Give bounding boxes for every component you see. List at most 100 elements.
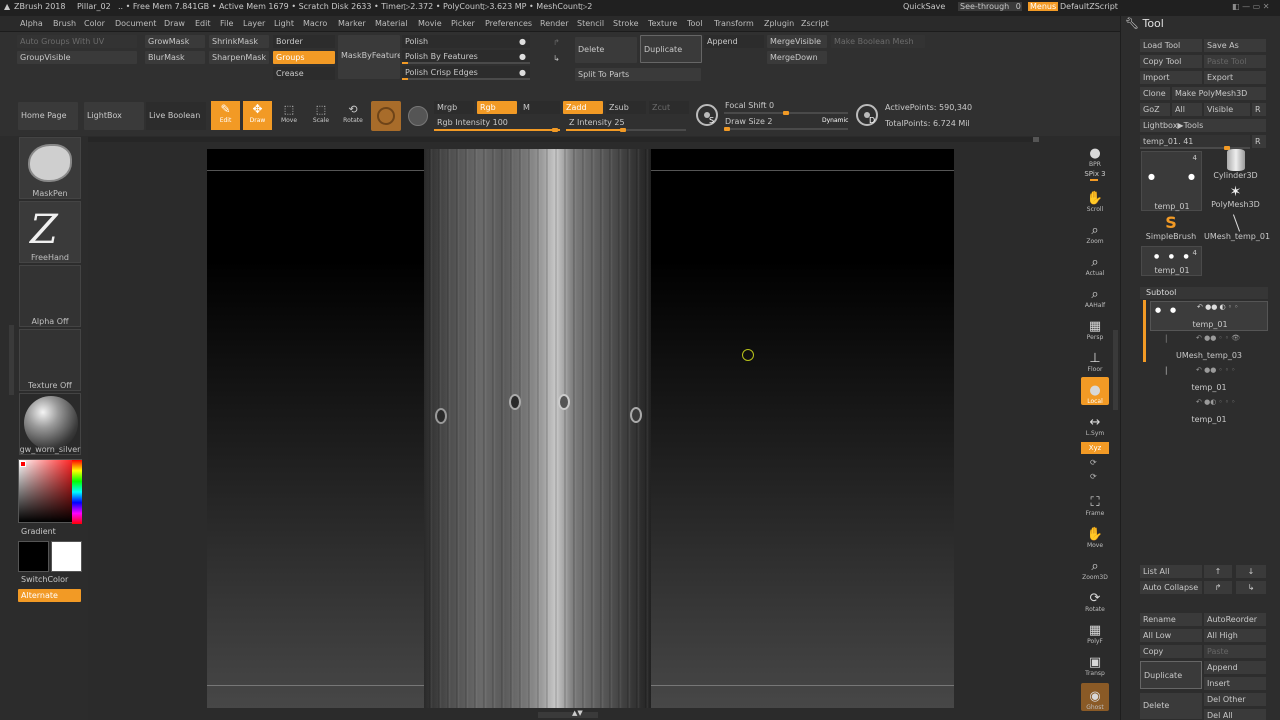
- goz-visible-button[interactable]: Visible: [1204, 103, 1250, 116]
- draw-size-icon[interactable]: D: [856, 104, 878, 126]
- menu-preferences[interactable]: Preferences: [485, 19, 532, 28]
- transp-button[interactable]: ▣ Transp: [1081, 649, 1109, 678]
- m-toggle[interactable]: M: [520, 101, 560, 114]
- tool-thumb-polymesh3d[interactable]: ✶ PolyMesh3D: [1204, 184, 1267, 212]
- polish-by-features-slider[interactable]: [402, 62, 530, 64]
- paste-button[interactable]: Paste: [1204, 645, 1266, 658]
- arrow-down-icon[interactable]: ↳: [553, 54, 560, 63]
- split-to-parts-button[interactable]: Split To Parts: [575, 68, 701, 81]
- polyf-button[interactable]: ▦ PolyF: [1081, 617, 1109, 646]
- move-down-icon[interactable]: ↳: [1236, 581, 1266, 594]
- live-boolean-button[interactable]: Live Boolean: [146, 102, 206, 130]
- groups-toggle[interactable]: Groups: [273, 51, 335, 64]
- menu-draw[interactable]: Draw: [164, 19, 185, 28]
- goz-button[interactable]: GoZ: [1140, 103, 1170, 116]
- menu-picker[interactable]: Picker: [451, 19, 475, 28]
- rename-button[interactable]: Rename: [1140, 613, 1202, 626]
- right-tray-handle[interactable]: [1113, 330, 1118, 410]
- lsym-button[interactable]: ↔ L.Sym: [1081, 409, 1109, 438]
- menu-color[interactable]: Color: [84, 19, 105, 28]
- edit-mode-button[interactable]: ✎ Edit: [211, 101, 240, 130]
- menu-movie[interactable]: Movie: [418, 19, 442, 28]
- load-tool-button[interactable]: Load Tool: [1140, 39, 1202, 52]
- export-button[interactable]: Export: [1204, 71, 1266, 84]
- material-preview-button[interactable]: [371, 101, 401, 131]
- menu-transform[interactable]: Transform: [714, 19, 754, 28]
- rgb-intensity-slider[interactable]: Rgb Intensity 100: [437, 118, 508, 127]
- z-intensity-slider[interactable]: Z Intensity 25: [569, 118, 625, 127]
- make-boolean-mesh-button[interactable]: Make Boolean Mesh: [831, 35, 925, 48]
- duplicate-subtool-button[interactable]: Duplicate: [1140, 661, 1202, 689]
- shrink-mask-button[interactable]: ShrinkMask: [209, 35, 269, 48]
- subtool-row-controls-icon[interactable]: ↶ ●● ◦ ◦ 👁︎: [1196, 334, 1240, 342]
- focal-shift-track[interactable]: [724, 111, 848, 115]
- menu-file[interactable]: File: [220, 19, 233, 28]
- see-through-slider[interactable]: See-through 0: [958, 2, 1022, 11]
- mask-by-feature-button[interactable]: MaskByFeature: [338, 35, 400, 79]
- menu-stroke[interactable]: Stroke: [613, 19, 639, 28]
- subtool-row-controls-icon[interactable]: ↶ ●● ◐ ◦ ◦: [1197, 303, 1238, 311]
- delete-subtool-button[interactable]: Delete: [1140, 693, 1202, 719]
- polish-crisp-edges-slider[interactable]: [402, 78, 530, 80]
- rotate-mode-button[interactable]: ⟲ Rotate: [340, 103, 366, 129]
- subtool-row-1[interactable]: ● ● ↶ ●● ◐ ◦ ◦ temp_01: [1150, 301, 1268, 331]
- subtool-header[interactable]: Subtool: [1140, 287, 1268, 299]
- border-toggle[interactable]: Border: [273, 35, 335, 48]
- tool-thumb-temp01-b[interactable]: ● ● ● 4 temp_01: [1141, 246, 1202, 276]
- auto-reorder-button[interactable]: AutoReorder: [1204, 613, 1266, 626]
- move-up-icon[interactable]: ↱: [1204, 581, 1232, 594]
- ghost-button[interactable]: ◉ Ghost: [1081, 683, 1109, 711]
- window-controls[interactable]: ◧ — ▭ ✕: [1232, 2, 1269, 11]
- actual-button[interactable]: ⌕ Actual: [1081, 249, 1109, 278]
- quicksave-button[interactable]: QuickSave: [903, 2, 945, 11]
- menu-zscript[interactable]: Zscript: [801, 19, 829, 28]
- arrow-down-icon[interactable]: ↓: [1236, 565, 1266, 578]
- menus-toggle[interactable]: Menus: [1028, 2, 1059, 11]
- del-all-button[interactable]: Del All: [1204, 709, 1266, 720]
- texture-sphere-icon[interactable]: [408, 106, 428, 126]
- pillar-mesh[interactable]: [424, 149, 651, 708]
- switch-color-button[interactable]: SwitchColor: [21, 575, 68, 584]
- canvas-scrollbar-top[interactable]: [88, 137, 1039, 142]
- rgb-intensity-track[interactable]: [434, 128, 560, 132]
- rgb-toggle[interactable]: Rgb: [477, 101, 517, 114]
- tool-thumb-cylinder3d[interactable]: Cylinder3D: [1204, 149, 1267, 183]
- menu-document[interactable]: Document: [115, 19, 156, 28]
- import-button[interactable]: Import: [1140, 71, 1202, 84]
- rotate-y-icon[interactable]: ⟳: [1090, 458, 1097, 467]
- append-button[interactable]: Append: [704, 35, 764, 48]
- hue-strip[interactable]: [72, 460, 82, 524]
- focal-shift-slider[interactable]: Focal Shift 0: [725, 101, 774, 110]
- all-low-button[interactable]: All Low: [1140, 629, 1202, 642]
- default-zscript-button[interactable]: DefaultZScript: [1060, 2, 1118, 11]
- arrow-up-icon[interactable]: ↑: [1204, 565, 1232, 578]
- color-picker[interactable]: [18, 459, 82, 524]
- menu-texture[interactable]: Texture: [648, 19, 677, 28]
- rotate-z-icon[interactable]: ⟳: [1090, 472, 1097, 481]
- merge-down-button[interactable]: MergeDown: [767, 51, 827, 64]
- local-button[interactable]: ● Local: [1081, 377, 1109, 405]
- tool-thumb-umesh[interactable]: UMesh_temp_01: [1204, 214, 1270, 244]
- grow-mask-button[interactable]: GrowMask: [145, 35, 205, 48]
- subtool-scrollbar[interactable]: [1143, 300, 1146, 362]
- delete-button[interactable]: Delete: [575, 37, 637, 63]
- bpr-button[interactable]: ● BPR: [1081, 140, 1109, 169]
- home-page-button[interactable]: Home Page: [18, 102, 78, 130]
- auto-groups-uv-button[interactable]: Auto Groups With UV: [17, 35, 137, 48]
- del-other-button[interactable]: Del Other: [1204, 693, 1266, 706]
- zoom3d-button[interactable]: ⌕ Zoom3D: [1081, 553, 1109, 582]
- left-tray-handle[interactable]: [9, 325, 14, 395]
- menu-alpha[interactable]: Alpha: [20, 19, 43, 28]
- z-intensity-track[interactable]: [566, 128, 686, 132]
- tool-r-button[interactable]: R: [1252, 135, 1266, 148]
- move-view-button[interactable]: ✋ Move: [1081, 521, 1109, 550]
- secondary-color-swatch[interactable]: [18, 541, 49, 572]
- draw-mode-button[interactable]: ✥ Draw: [243, 101, 272, 130]
- menu-edit[interactable]: Edit: [195, 19, 211, 28]
- insert-button[interactable]: Insert: [1204, 677, 1266, 690]
- subtool-row-controls-icon[interactable]: ↶ ●◐ ◦ ◦ ◦: [1196, 398, 1235, 406]
- rotate-view-button[interactable]: ⟳ Rotate: [1081, 585, 1109, 614]
- group-visible-button[interactable]: GroupVisible: [17, 51, 137, 64]
- list-all-button[interactable]: List All: [1140, 565, 1202, 578]
- menu-material[interactable]: Material: [375, 19, 408, 28]
